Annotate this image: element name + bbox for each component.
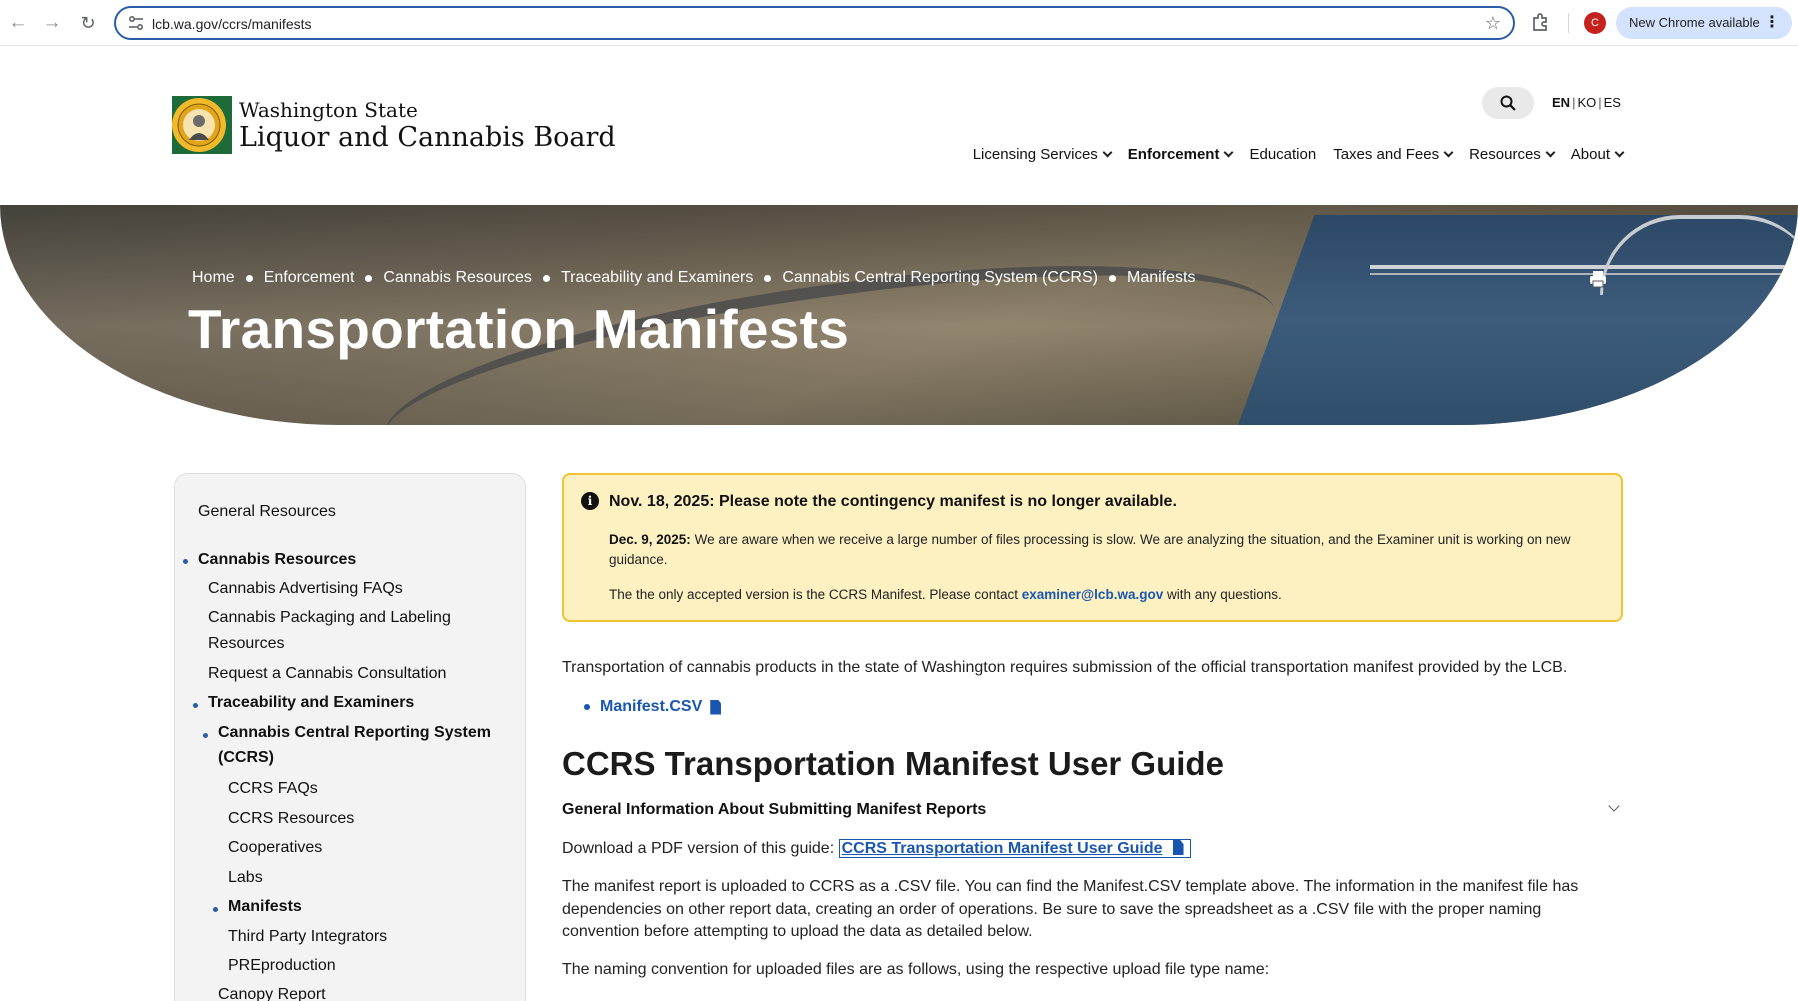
active-bullet	[213, 907, 218, 912]
active-bullet	[193, 703, 198, 708]
back-arrow-icon[interactable]: ←	[6, 11, 30, 35]
sidebar-item-third-party-integrators[interactable]: Third Party Integrators	[228, 924, 387, 950]
chevron-down-icon	[1224, 147, 1234, 158]
nav-taxes-and-fees[interactable]: Taxes and Fees	[1333, 146, 1454, 163]
reload-icon[interactable]: ↻	[76, 11, 100, 35]
site-logo-text[interactable]: Washington State Liquor and Cannabis Boa…	[239, 98, 616, 154]
manifest-info-paragraph: The manifest report is uploaded to CCRS …	[562, 878, 1579, 940]
url-text[interactable]: lcb.wa.gov/ccrs/manifests	[152, 16, 312, 32]
sidebar-item-cannabis-resources[interactable]: Cannabis Resources	[198, 547, 356, 573]
naming-convention-paragraph: The naming convention for uploaded files…	[562, 961, 1270, 978]
sidebar-item-ccrs[interactable]: Cannabis Central Reporting System	[218, 720, 491, 746]
user-guide-heading: CCRS Transportation Manifest User Guide	[562, 745, 1224, 782]
active-bullet	[183, 559, 188, 564]
browser-toolbar: ← → ↻ lcb.wa.gov/ccrs/manifests ☆ C New …	[0, 0, 1798, 46]
accordion-title[interactable]: General Information About Submitting Man…	[562, 801, 986, 819]
page-title: Transportation Manifests	[188, 298, 850, 360]
nav-about[interactable]: About	[1571, 146, 1625, 163]
sidebar-item-ccrs-resources[interactable]: CCRS Resources	[228, 806, 354, 832]
examiner-email-link[interactable]: examiner@lcb.wa.gov	[1022, 587, 1163, 602]
notice-alert: i Nov. 18, 2025: Please note the conting…	[562, 473, 1623, 622]
breadcrumb: Home Enforcement Cannabis Resources Trac…	[192, 269, 1195, 287]
hero-banner: Home Enforcement Cannabis Resources Trac…	[0, 205, 1798, 425]
sidebar-item-traceability[interactable]: Traceability and Examiners	[208, 690, 414, 716]
breadcrumb-current: Manifests	[1126, 269, 1196, 286]
sidebar-item-ccrs-cont[interactable]: (CCRS)	[218, 745, 274, 771]
update-label: New Chrome available	[1629, 15, 1760, 30]
toolbar-divider	[1568, 13, 1569, 33]
sidebar-nav: General Resources Cannabis Resources Can…	[174, 473, 526, 1001]
user-guide-pdf-link[interactable]: CCRS Transportation Manifest User Guide	[838, 839, 1191, 858]
chevron-down-icon	[1102, 147, 1113, 158]
logo-line-1: Washington State	[239, 98, 418, 122]
active-bullet	[203, 733, 208, 738]
manifest-csv-link[interactable]: Manifest.CSV	[600, 698, 702, 716]
alert-paragraph-2: The the only accepted version is the CCR…	[609, 585, 1599, 605]
site-search-button[interactable]	[1482, 87, 1534, 119]
site-settings-icon[interactable]	[127, 14, 145, 32]
breadcrumb-cannabis-resources[interactable]: Cannabis Resources	[383, 269, 532, 287]
nav-education[interactable]: Education	[1249, 146, 1316, 163]
profile-avatar[interactable]: C	[1584, 12, 1606, 34]
sidebar-item-preproduction[interactable]: PREproduction	[228, 953, 336, 979]
list-bullet	[584, 704, 590, 710]
breadcrumb-enforcement[interactable]: Enforcement	[264, 269, 355, 287]
alert-p1-text: We are aware when we receive a large num…	[609, 532, 1571, 567]
search-icon	[1500, 95, 1516, 111]
kebab-menu-icon[interactable]: ⋮	[1764, 7, 1780, 39]
bookmark-star-icon[interactable]: ☆	[1485, 13, 1501, 34]
sidebar-item-packaging-labeling-cont[interactable]: Resources	[208, 631, 284, 657]
nav-resources[interactable]: Resources	[1469, 146, 1556, 163]
state-seal-logo[interactable]	[172, 96, 232, 154]
lang-en[interactable]: EN	[1550, 95, 1572, 110]
document-icon	[1172, 840, 1184, 855]
accordion-chevron-icon[interactable]	[1608, 800, 1620, 812]
address-bar[interactable]: lcb.wa.gov/ccrs/manifests ☆	[114, 6, 1515, 40]
chevron-down-icon	[1614, 147, 1625, 158]
chevron-down-icon	[1545, 147, 1556, 158]
alert-p2-before: The the only accepted version is the CCR…	[609, 587, 1018, 602]
nav-licensing-services[interactable]: Licensing Services	[973, 146, 1113, 163]
alert-date: Dec. 9, 2025:	[609, 532, 691, 547]
sidebar-item-general-resources[interactable]: General Resources	[198, 499, 336, 525]
sidebar-item-packaging-labeling[interactable]: Cannabis Packaging and Labeling	[208, 605, 451, 631]
breadcrumb-traceability[interactable]: Traceability and Examiners	[561, 269, 753, 287]
lang-ko[interactable]: KO	[1575, 95, 1598, 110]
sidebar-item-ccrs-faqs[interactable]: CCRS FAQs	[228, 776, 318, 802]
manifest-list-item: Manifest.CSV	[584, 698, 722, 716]
nav-enforcement[interactable]: Enforcement	[1128, 146, 1234, 163]
breadcrumb-ccrs[interactable]: Cannabis Central Reporting System (CCRS)	[782, 269, 1098, 287]
sidebar-item-cooperatives[interactable]: Cooperatives	[228, 835, 322, 861]
sidebar-item-labs[interactable]: Labs	[228, 865, 263, 891]
sidebar-item-canopy-report[interactable]: Canopy Report	[218, 982, 326, 1001]
chevron-down-icon	[1443, 147, 1454, 158]
breadcrumb-home[interactable]: Home	[192, 269, 235, 287]
logo-line-2: Liquor and Cannabis Board	[239, 122, 616, 153]
download-text: Download a PDF version of this guide:	[562, 840, 835, 857]
forward-arrow-icon[interactable]: →	[40, 11, 64, 35]
sidebar-item-request-consultation[interactable]: Request a Cannabis Consultation	[208, 661, 446, 687]
sidebar-item-manifests[interactable]: Manifests	[228, 894, 302, 920]
chrome-update-button[interactable]: New Chrome available ⋮	[1616, 7, 1792, 39]
language-switcher: EN | KO | ES	[1550, 95, 1623, 110]
alert-p2-after: with any questions.	[1166, 587, 1282, 602]
document-icon	[710, 699, 722, 715]
alert-title: Nov. 18, 2025: Please note the contingen…	[609, 493, 1177, 510]
sidebar-item-advertising-faqs[interactable]: Cannabis Advertising FAQs	[208, 576, 403, 602]
print-icon[interactable]	[1588, 269, 1608, 289]
download-paragraph: Download a PDF version of this guide: CC…	[562, 838, 1622, 861]
info-icon: i	[581, 492, 599, 510]
alert-paragraph-1: Dec. 9, 2025: We are aware when we recei…	[609, 530, 1599, 570]
intro-paragraph: Transportation of cannabis products in t…	[562, 659, 1568, 676]
extensions-puzzle-icon[interactable]	[1530, 11, 1552, 33]
lang-es[interactable]: ES	[1602, 95, 1623, 110]
main-navigation: Licensing Services Enforcement Education…	[973, 146, 1625, 163]
